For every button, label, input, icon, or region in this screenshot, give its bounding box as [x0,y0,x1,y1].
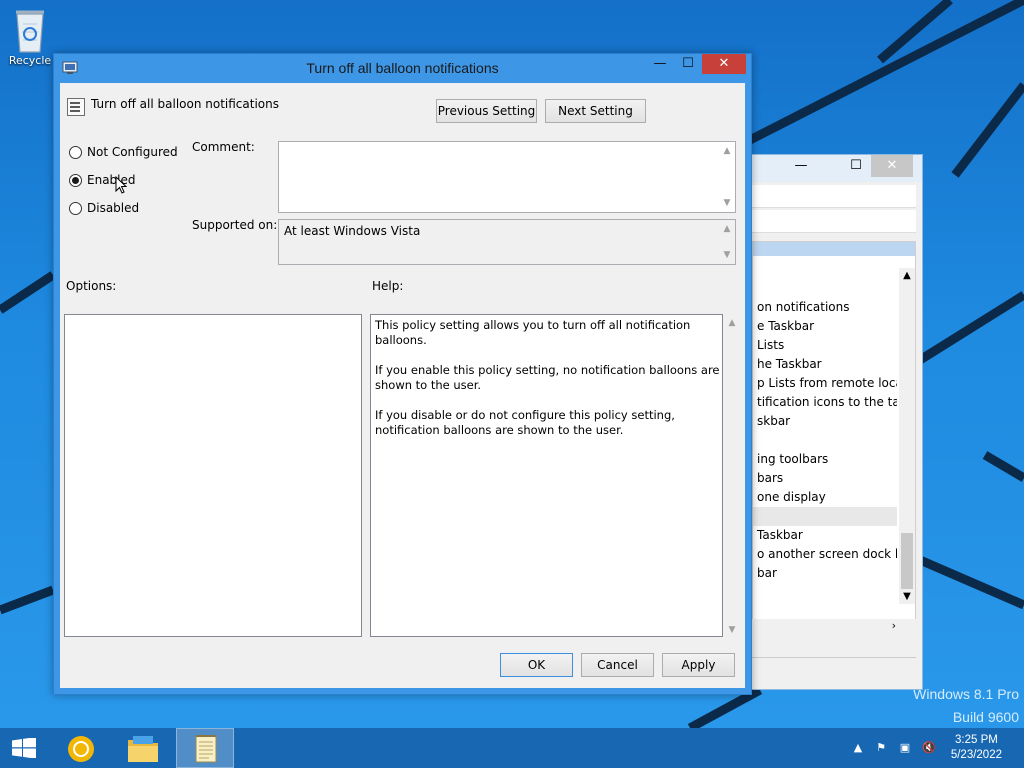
background-window[interactable]: — ☐ ✕ on notifications e Taskbar Lists h… [745,154,923,690]
taskbar: ▲ ⚑ ▣ 🔇 3:25 PM 5/23/2022 [0,728,1024,768]
dialog-titlebar[interactable]: Turn off all balloon notifications — ☐ ✕ [54,54,751,83]
file-explorer-icon [128,736,158,762]
radio-disabled-indicator[interactable] [69,202,82,215]
maximize-button[interactable]: ☐ [678,54,698,74]
cancel-button[interactable]: Cancel [581,653,654,677]
radio-not-configured-indicator[interactable] [69,146,82,159]
setting-header: Turn off all balloon notifications [91,97,279,111]
list-item[interactable]: bars [753,469,897,488]
file-explorer-button[interactable] [115,728,171,768]
close-button[interactable]: ✕ [702,54,746,74]
recycle-bin-label: Recycle [8,54,52,67]
windows-watermark: Windows 8.1 Pro Build 9600 [913,683,1019,728]
next-setting-button[interactable]: Next Setting [545,99,646,123]
chevron-up-icon[interactable]: ▲ [719,222,735,236]
list-item[interactable]: Taskbar [753,526,897,545]
ok-button[interactable]: OK [500,653,573,677]
bg-list-header [753,242,915,256]
bg-maximize-button[interactable]: ☐ [846,155,866,177]
bg-toolbar [752,185,916,208]
chevron-down-icon[interactable]: ▼ [719,196,735,210]
chevron-up-icon[interactable]: ▲ [724,318,740,328]
mouse-cursor-icon [115,176,128,194]
policy-setting-dialog[interactable]: Turn off all balloon notifications — ☐ ✕… [53,53,752,695]
policy-setting-icon [67,98,85,116]
close-icon: ✕ [718,56,730,71]
watermark-edition: Windows 8.1 Pro [913,686,1019,702]
radio-disabled-label[interactable]: Disabled [87,200,139,216]
help-text: This policy setting allows you to turn o… [375,318,721,453]
list-item-selected[interactable] [753,507,897,526]
options-label: Options: [66,279,117,293]
chevron-up-icon[interactable]: ▲ [850,740,866,756]
chevron-down-icon[interactable]: ▼ [719,248,735,262]
scroll-right-icon[interactable]: › [892,619,896,632]
bg-statusbar [752,657,916,680]
list-item[interactable]: e Taskbar [753,317,897,336]
watermark-build: Build 9600 [952,709,1019,725]
help-label: Help: [372,279,404,293]
bg-horizontal-scrollbar[interactable]: › [752,619,916,635]
network-icon[interactable]: ▣ [897,740,913,756]
radio-not-configured-label[interactable]: Not Configured [87,144,178,160]
supported-on-value: At least Windows Vista [284,224,421,238]
list-item[interactable]: ing toolbars [753,450,897,469]
help-panel[interactable]: This policy setting allows you to turn o… [370,314,723,637]
bg-scroll-thumb[interactable] [901,533,913,589]
apply-button[interactable]: Apply [662,653,735,677]
clock-time: 3:25 PM [955,734,998,746]
bg-minimize-button[interactable]: — [791,155,811,177]
list-item[interactable] [753,431,897,450]
supported-on-label: Supported on: [192,218,278,232]
system-clock[interactable]: 3:25 PM 5/23/2022 [951,733,1002,763]
speaker-muted-icon[interactable]: 🔇 [921,740,937,756]
comment-label: Comment: [192,140,255,154]
start-icon [12,738,36,758]
minimize-button[interactable]: — [650,54,670,74]
notepad-icon [195,735,217,763]
bg-settings-list[interactable]: on notifications e Taskbar Lists he Task… [752,241,916,633]
list-item[interactable]: p Lists from remote loca... [753,374,897,393]
scroll-down-icon[interactable]: ▼ [899,591,915,602]
background-window-titlebar[interactable]: — ☐ ✕ [746,155,922,182]
recycle-bin-icon [16,10,44,53]
list-item[interactable]: tification icons to the ta... [753,393,897,412]
start-button[interactable] [0,728,48,768]
recycle-bin[interactable]: Recycle [8,4,52,67]
help-paragraph: If you enable this policy setting, no no… [375,363,720,392]
desktop: Recycle Windows 8.1 Pro Build 9600 — ☐ ✕… [0,0,1024,728]
chrome-icon [68,736,94,762]
notepad-button[interactable] [176,728,234,768]
bg-close-button[interactable]: ✕ [871,155,913,177]
list-item[interactable]: he Taskbar [753,355,897,374]
supported-on-scrollbar[interactable]: ▲ ▼ [719,220,735,264]
supported-on-textbox[interactable]: At least Windows Vista ▲ ▼ [278,219,736,265]
bg-address-bar [752,210,916,233]
list-item[interactable]: bar [753,564,897,583]
chevron-down-icon[interactable]: ▼ [724,625,740,635]
previous-setting-button[interactable]: Previous Setting [436,99,537,123]
comment-scrollbar[interactable]: ▲ ▼ [719,142,735,212]
list-item[interactable]: skbar [753,412,897,431]
flag-icon[interactable]: ⚑ [873,740,889,756]
list-item[interactable]: o another screen dock l... [753,545,897,564]
list-item[interactable]: one display [753,488,897,507]
chrome-button[interactable] [54,728,110,768]
clock-date: 5/23/2022 [950,749,1002,761]
chevron-up-icon[interactable]: ▲ [719,144,735,158]
help-paragraph: This policy setting allows you to turn o… [375,318,691,347]
list-item[interactable]: on notifications [753,298,897,317]
list-item[interactable]: Lists [753,336,897,355]
options-panel[interactable] [64,314,362,637]
help-scrollbar[interactable]: ▲ ▼ [724,314,740,637]
scroll-up-icon[interactable]: ▲ [899,270,915,281]
radio-enabled-indicator[interactable] [69,174,82,187]
help-paragraph: If you disable or do not configure this … [375,408,675,437]
bg-vertical-scrollbar[interactable]: ▲ ▼ [899,268,915,604]
comment-textbox[interactable]: ▲ ▼ [278,141,736,213]
dialog-client-area: Turn off all balloon notifications Previ… [60,83,745,688]
dialog-title: Turn off all balloon notifications [306,60,499,76]
